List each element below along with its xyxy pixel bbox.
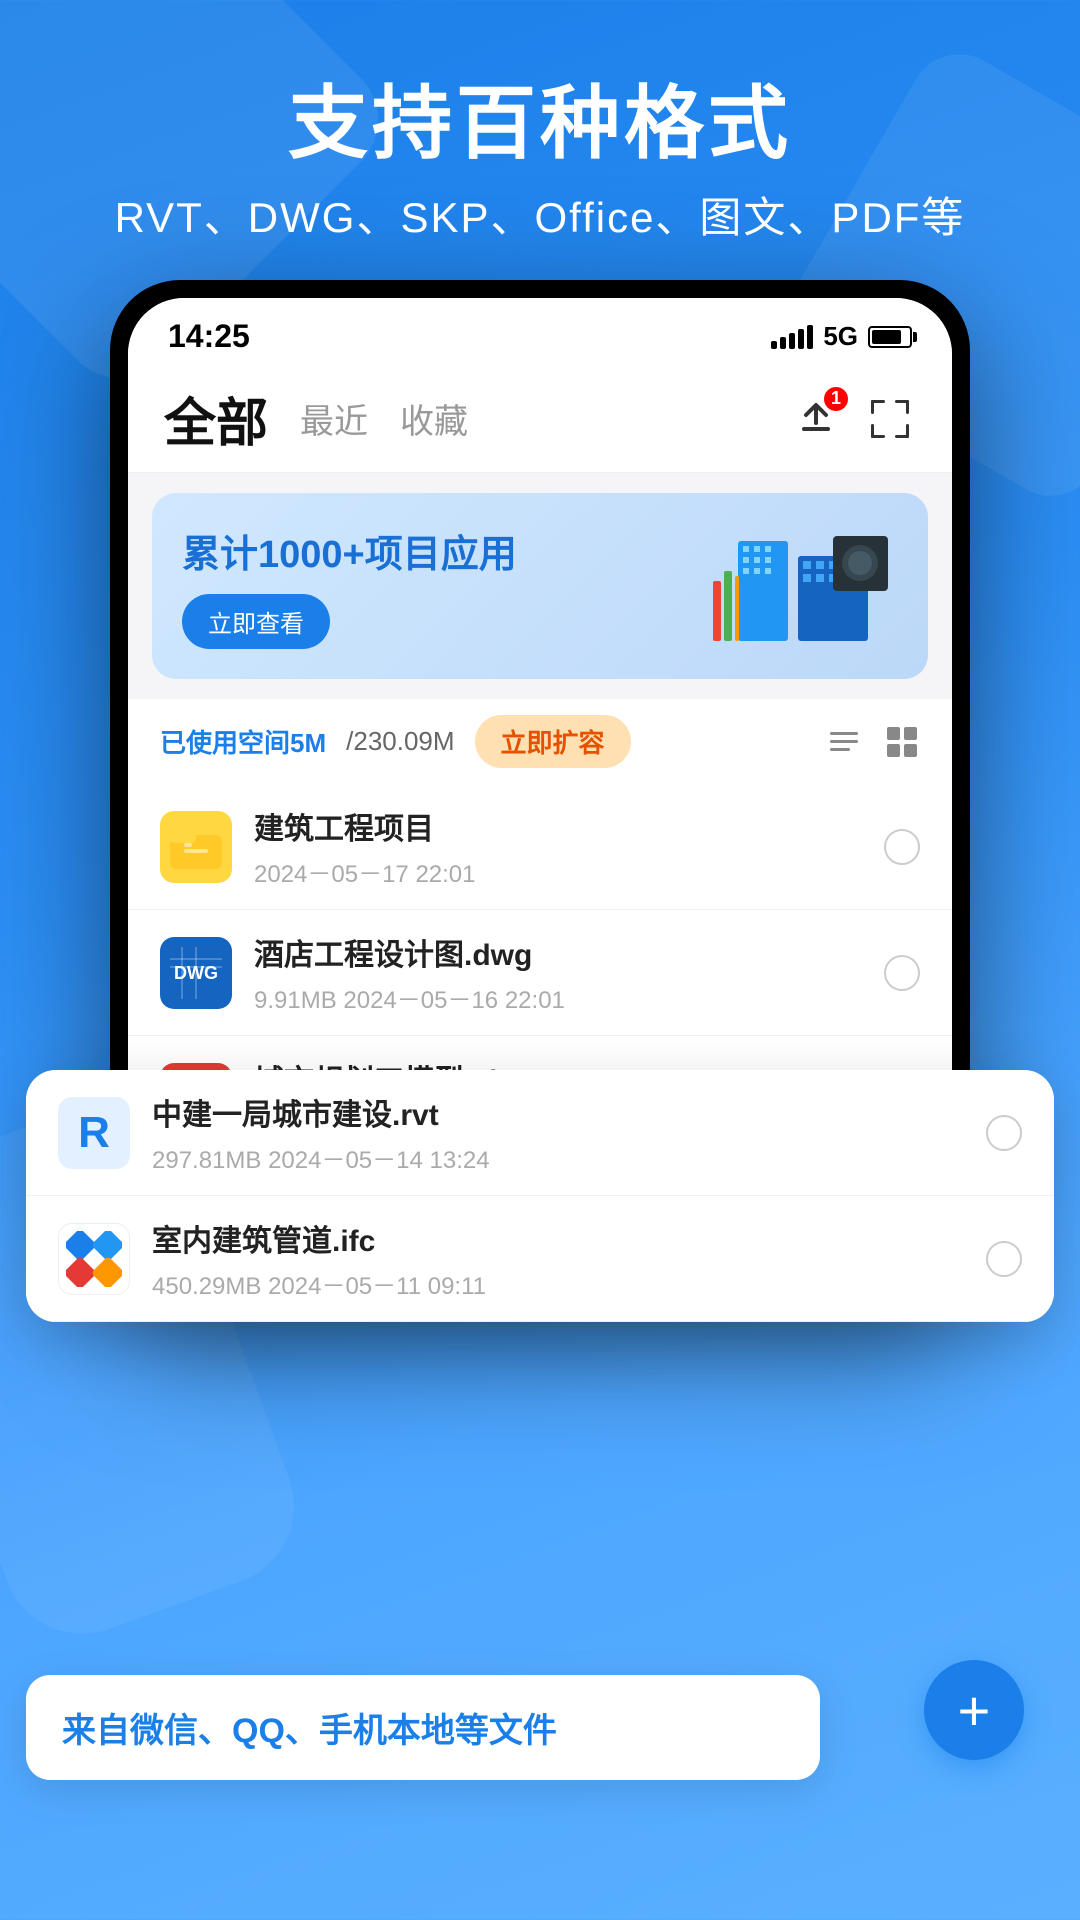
status-time: 14:25 bbox=[168, 318, 250, 355]
file-meta: 450.29MB 2024－05－11 09:11 bbox=[152, 1266, 964, 1301]
import-source-tooltip: 来自微信、QQ、手机本地等文件 bbox=[26, 1675, 820, 1780]
battery-icon bbox=[868, 326, 912, 348]
file-meta: 2024－05－17 22:01 bbox=[254, 854, 862, 889]
scan-icon bbox=[867, 396, 913, 442]
banner-image bbox=[678, 521, 898, 651]
file-name: 酒店工程设计图.dwg bbox=[254, 930, 862, 974]
tab-actions: 1 bbox=[790, 393, 916, 445]
tab-all[interactable]: 全部 bbox=[164, 381, 268, 456]
file-checkbox[interactable] bbox=[986, 1241, 1022, 1277]
status-icons: 5G bbox=[771, 321, 912, 352]
promotion-banner[interactable]: 累计1000+项目应用 立即查看 bbox=[152, 493, 928, 679]
ifc-svg-icon bbox=[66, 1231, 122, 1287]
tab-recent[interactable]: 最近 bbox=[300, 394, 368, 443]
file-name: 建筑工程项目 bbox=[254, 804, 862, 848]
dwg-icon: DWG bbox=[160, 937, 232, 1009]
add-fab-button[interactable]: + bbox=[924, 1660, 1024, 1760]
page-title: 支持百种格式 bbox=[0, 80, 1080, 168]
folder-icon bbox=[160, 811, 232, 883]
view-toggle-icons bbox=[826, 724, 920, 760]
network-type: 5G bbox=[823, 321, 858, 352]
file-name: 室内建筑管道.ifc bbox=[152, 1216, 964, 1260]
dwg-svg-icon: DWG bbox=[162, 939, 230, 1007]
file-info: 酒店工程设计图.dwg 9.91MB 2024－05－16 22:01 bbox=[254, 930, 862, 1015]
storage-total: /230.09M bbox=[346, 726, 454, 757]
storage-used-label: 已使用空间5M bbox=[160, 723, 326, 760]
banner-button[interactable]: 立即查看 bbox=[182, 594, 330, 649]
file-name: 中建一局城市建设.rvt bbox=[152, 1090, 964, 1134]
file-meta: 9.91MB 2024－05－16 22:01 bbox=[254, 980, 862, 1015]
storage-info-row: 已使用空间5M /230.09M 立即扩容 bbox=[128, 699, 952, 784]
rvt-icon: R bbox=[58, 1097, 130, 1169]
file-item-ifc[interactable]: 室内建筑管道.ifc 450.29MB 2024－05－11 09:11 bbox=[26, 1196, 1054, 1322]
banner-text: 累计1000+项目应用 立即查看 bbox=[182, 523, 517, 649]
expand-storage-button[interactable]: 立即扩容 bbox=[475, 715, 631, 768]
file-item[interactable]: 建筑工程项目 2024－05－17 22:01 bbox=[128, 784, 952, 910]
tab-favorites[interactable]: 收藏 bbox=[400, 394, 468, 443]
file-info: 室内建筑管道.ifc 450.29MB 2024－05－11 09:11 bbox=[152, 1216, 964, 1301]
upload-button[interactable]: 1 bbox=[790, 393, 842, 445]
grid-view-icon[interactable] bbox=[884, 724, 920, 760]
header-area: 支持百种格式 RVT、DWG、SKP、Office、图文、PDF等 bbox=[0, 0, 1080, 275]
file-checkbox[interactable] bbox=[986, 1115, 1022, 1151]
sort-icon[interactable] bbox=[826, 724, 862, 760]
file-item-rvt[interactable]: R 中建一局城市建设.rvt 297.81MB 2024－05－14 13:24 bbox=[26, 1070, 1054, 1196]
file-meta: 297.81MB 2024－05－14 13:24 bbox=[152, 1140, 964, 1175]
header-subtitle: RVT、DWG、SKP、Office、图文、PDF等 bbox=[0, 184, 1080, 245]
banner-title: 累计1000+项目应用 bbox=[182, 523, 517, 578]
floating-card: R 中建一局城市建设.rvt 297.81MB 2024－05－14 13:24… bbox=[26, 1070, 1054, 1322]
tooltip-text: 来自微信、QQ、手机本地等文件 bbox=[62, 1712, 557, 1750]
signal-bars-icon bbox=[771, 325, 813, 349]
upload-badge: 1 bbox=[824, 387, 848, 411]
file-info: 中建一局城市建设.rvt 297.81MB 2024－05－14 13:24 bbox=[152, 1090, 964, 1175]
status-bar: 14:25 5G bbox=[128, 298, 952, 365]
file-info: 建筑工程项目 2024－05－17 22:01 bbox=[254, 804, 862, 889]
top-tab-bar: 全部 最近 收藏 1 bbox=[128, 365, 952, 473]
file-checkbox[interactable] bbox=[884, 955, 920, 991]
file-checkbox[interactable] bbox=[884, 829, 920, 865]
ifc-icon bbox=[58, 1223, 130, 1295]
file-item[interactable]: DWG 酒店工程设计图.dwg 9.91MB 2024－05－16 22:01 bbox=[128, 910, 952, 1036]
plus-icon: + bbox=[958, 1678, 991, 1743]
building-illustration-icon bbox=[678, 521, 898, 651]
scan-button[interactable] bbox=[864, 393, 916, 445]
folder-svg-icon bbox=[168, 823, 224, 871]
